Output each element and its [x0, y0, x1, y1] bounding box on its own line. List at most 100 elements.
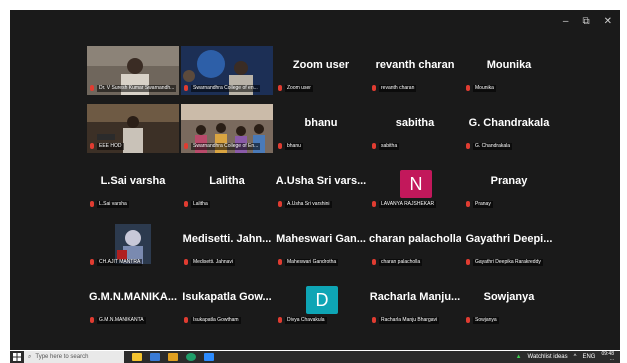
participant-tile[interactable]: sabitha sabitha: [369, 104, 461, 153]
participant-tile[interactable]: Dr. V Suresh Kumar Swarnandh...: [87, 46, 179, 95]
mic-muted-icon: [278, 259, 282, 265]
participant-avatar: N: [400, 170, 432, 198]
clock-date: ...: [609, 356, 614, 362]
participant-display-name: bhanu: [304, 117, 338, 129]
participant-name-label: charan palacholla: [379, 258, 423, 266]
mic-muted-icon: [466, 143, 470, 149]
mic-muted-icon: [184, 143, 188, 149]
participant-tile[interactable]: EEE HOD: [87, 104, 179, 153]
mic-muted-icon: [466, 85, 470, 91]
participant-avatar: D: [306, 286, 338, 314]
participant-tile[interactable]: Swarnandhra College of en...: [181, 46, 273, 95]
participant-display-name: G. Chandrakala: [468, 117, 550, 129]
participant-tile[interactable]: revanth charan revanth charan: [369, 46, 461, 95]
participant-display-name: charan palacholla: [369, 233, 461, 245]
mic-muted-icon: [278, 201, 282, 207]
participant-tile[interactable]: Pranay Pranay: [463, 162, 555, 211]
mic-muted-icon: [278, 143, 282, 149]
participant-display-name: G.M.N.MANIKA...: [89, 291, 177, 303]
participant-tile[interactable]: Medisetti. Jahn... Medisetti. Jahnavi: [181, 220, 273, 269]
participant-tile[interactable]: charan palacholla charan palacholla: [369, 220, 461, 269]
weather-icon[interactable]: [132, 353, 142, 361]
participant-name-label: sabitha: [379, 142, 400, 150]
stock-chart-icon: ▲: [515, 354, 522, 360]
participant-tile[interactable]: Gayathri Deepi... Gayathri Deepika Rarak…: [463, 220, 555, 269]
participant-tile[interactable]: Sowjanya Sowjanya: [463, 278, 555, 327]
task-view-icon[interactable]: [150, 353, 160, 361]
language-indicator[interactable]: ENG: [582, 354, 595, 360]
participant-display-name: L.Sai varsha: [100, 175, 166, 187]
participant-tile[interactable]: Swarnandhra College of En...: [181, 104, 273, 153]
participant-name-label: Dr. V Suresh Kumar Swarnandh...: [97, 84, 176, 92]
participant-name-label: bhanu: [285, 142, 303, 150]
participant-display-name: Pranay: [490, 175, 528, 187]
zoom-app-icon[interactable]: [204, 353, 214, 361]
mic-muted-icon: [372, 317, 376, 323]
participant-display-name: Isukapatla Gow...: [182, 291, 272, 303]
mic-muted-icon: [90, 201, 94, 207]
mic-muted-icon: [372, 259, 376, 265]
participant-name-label: revanth charan: [379, 84, 417, 92]
mic-muted-icon: [184, 85, 188, 91]
participant-name-label: Mounika: [473, 84, 496, 92]
edge-browser-icon[interactable]: [186, 353, 196, 361]
search-placeholder: Type here to search: [35, 354, 89, 360]
mic-muted-icon: [90, 317, 94, 323]
participant-display-name: A.Usha Sri vars...: [275, 175, 367, 187]
participant-tile[interactable]: D Divya Chavakula: [275, 278, 367, 327]
participant-gallery: Dr. V Suresh Kumar Swarnandh... Swarnand…: [87, 46, 555, 327]
zoom-meeting-window: – ⧉ ✕ Dr. V Suresh Kumar Swarnandh... Sw…: [10, 10, 620, 350]
participant-name-label: G. Chandrakala: [473, 142, 513, 150]
participant-name-label: Swarnandhra College of en...: [191, 84, 260, 92]
participant-tile[interactable]: Zoom user Zoom user: [275, 46, 367, 95]
mic-muted-icon: [372, 201, 376, 207]
participant-tile[interactable]: CH.AJIT MANTRA: [87, 220, 179, 269]
window-controls: – ⧉ ✕: [563, 16, 612, 28]
taskbar-search-box[interactable]: ⌕ Type here to search: [24, 351, 124, 363]
participant-tile[interactable]: Maheswari Gan... Maheswari Gandrotha: [275, 220, 367, 269]
participant-name-label: EEE HOD: [97, 142, 124, 150]
file-explorer-icon[interactable]: [168, 353, 178, 361]
participant-tile[interactable]: Racharla Manju... Racharla Manju Bhargav…: [369, 278, 461, 327]
search-icon: ⌕: [28, 353, 32, 360]
windows-start-button[interactable]: [10, 351, 24, 363]
participant-display-name: Medisetti. Jahn...: [182, 233, 272, 245]
mic-muted-icon: [278, 317, 282, 323]
participant-tile[interactable]: Isukapatla Gow... Isukapatla Gowtham: [181, 278, 273, 327]
chevron-up-icon[interactable]: ^: [574, 354, 577, 360]
participant-tile[interactable]: G. Chandrakala G. Chandrakala: [463, 104, 555, 153]
windows-logo-icon: [13, 353, 21, 361]
participant-name-label: L.Sai varsha: [97, 200, 129, 208]
participant-tile[interactable]: N LAVANYA RAJSHEKAR: [369, 162, 461, 211]
participant-name-label: A.Usha Sri varshini: [285, 200, 332, 208]
participant-display-name: Racharla Manju...: [369, 291, 461, 303]
participant-name-label: Zoom user: [285, 84, 313, 92]
participant-display-name: Maheswari Gan...: [276, 233, 366, 245]
participant-tile[interactable]: G.M.N.MANIKA... G.M.N.MANIKANTA: [87, 278, 179, 327]
participant-name-label: Maheswari Gandrotha: [285, 258, 339, 266]
participant-tile[interactable]: Mounika Mounika: [463, 46, 555, 95]
participant-name-label: CH.AJIT MANTRA: [97, 258, 143, 266]
clock[interactable]: 09:48 ...: [601, 352, 614, 362]
restore-button[interactable]: ⧉: [582, 16, 589, 28]
participant-tile[interactable]: A.Usha Sri vars... A.Usha Sri varshini: [275, 162, 367, 211]
watchlist-widget[interactable]: Watchlist ideas: [528, 354, 568, 360]
mic-muted-icon: [184, 259, 188, 265]
participant-name-label: Pranay: [473, 200, 493, 208]
participant-tile[interactable]: bhanu bhanu: [275, 104, 367, 153]
minimize-button[interactable]: –: [563, 16, 569, 28]
participant-name-label: Gayathri Deepika Rarakreddy: [473, 258, 543, 266]
participant-name-label: Racharla Manju Bhargavi: [379, 316, 440, 324]
participant-tile[interactable]: L.Sai varsha L.Sai varsha: [87, 162, 179, 211]
participant-display-name: Zoom user: [292, 59, 350, 71]
mic-muted-icon: [184, 317, 188, 323]
mic-muted-icon: [466, 259, 470, 265]
close-button[interactable]: ✕: [604, 16, 612, 28]
mic-muted-icon: [90, 259, 94, 265]
participant-display-name: revanth charan: [375, 59, 455, 71]
participant-tile[interactable]: Lalitha Lalitha: [181, 162, 273, 211]
participant-name-label: Divya Chavakula: [285, 316, 327, 324]
participant-display-name: Gayathri Deepi...: [465, 233, 553, 245]
mic-muted-icon: [184, 201, 188, 207]
participant-display-name: Lalitha: [209, 175, 245, 187]
